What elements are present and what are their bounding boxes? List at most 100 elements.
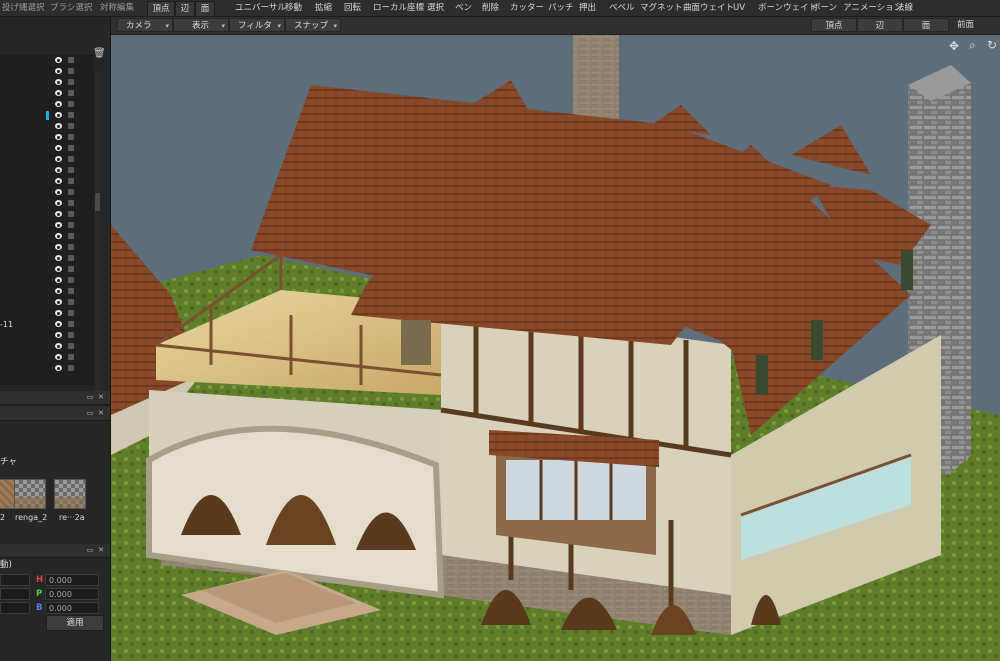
lock-icon[interactable]: [68, 321, 74, 327]
layer-row[interactable]: [0, 110, 94, 121]
lock-icon[interactable]: [68, 145, 74, 151]
lock-icon[interactable]: [68, 167, 74, 173]
camera-dropdown[interactable]: カメラ ▾: [117, 18, 173, 32]
menu-normals[interactable]: 法線: [896, 2, 913, 14]
layer-row[interactable]: [0, 176, 94, 187]
lock-icon[interactable]: [68, 288, 74, 294]
rotate-icon[interactable]: ↻: [987, 38, 997, 52]
menu-uv[interactable]: UV: [733, 2, 745, 14]
close-icon[interactable]: ✕: [97, 546, 105, 554]
layer-row[interactable]: [0, 253, 94, 264]
layer-row[interactable]: [0, 308, 94, 319]
lock-icon[interactable]: [68, 134, 74, 140]
visibility-eye-icon[interactable]: [55, 277, 62, 283]
layer-row[interactable]: -11: [0, 319, 94, 330]
visibility-eye-icon[interactable]: [55, 57, 62, 63]
trash-icon[interactable]: 🗑: [93, 49, 106, 59]
view-vertex-button[interactable]: 頂点: [811, 18, 857, 32]
lock-icon[interactable]: [68, 79, 74, 85]
visibility-eye-icon[interactable]: [55, 90, 62, 96]
menu-bone[interactable]: ボーン: [812, 2, 837, 14]
close-icon[interactable]: ✕: [97, 409, 105, 417]
visibility-eye-icon[interactable]: [55, 156, 62, 162]
lasso-select-tool[interactable]: 投げ縄選択: [2, 2, 45, 14]
lock-icon[interactable]: [68, 365, 74, 371]
lock-icon[interactable]: [68, 222, 74, 228]
visibility-eye-icon[interactable]: [55, 112, 62, 118]
visibility-eye-icon[interactable]: [55, 101, 62, 107]
menu-pen[interactable]: ペン: [455, 2, 472, 14]
visibility-eye-icon[interactable]: [55, 200, 62, 206]
lock-icon[interactable]: [68, 112, 74, 118]
lock-icon[interactable]: [68, 178, 74, 184]
visibility-eye-icon[interactable]: [55, 167, 62, 173]
menu-move[interactable]: 移動: [285, 2, 302, 14]
apply-button[interactable]: 適用: [46, 615, 104, 631]
layer-row[interactable]: [0, 209, 94, 220]
move-icon[interactable]: ✥: [949, 39, 959, 53]
menu-select[interactable]: 選択: [427, 2, 444, 14]
layer-row[interactable]: [0, 363, 94, 374]
lock-icon[interactable]: [68, 255, 74, 261]
layer-row[interactable]: [0, 220, 94, 231]
menu-delete[interactable]: 削除: [482, 2, 499, 14]
h-input[interactable]: 0.000: [45, 574, 99, 586]
visibility-eye-icon[interactable]: [55, 189, 62, 195]
visibility-eye-icon[interactable]: [55, 145, 62, 151]
layer-row[interactable]: [0, 77, 94, 88]
b-input[interactable]: 0.000: [45, 602, 99, 614]
layer-row[interactable]: [0, 198, 94, 209]
visibility-eye-icon[interactable]: [55, 178, 62, 184]
p-input[interactable]: 0.000: [45, 588, 99, 600]
front-view-label[interactable]: 前面: [957, 19, 974, 31]
visibility-eye-icon[interactable]: [55, 343, 62, 349]
visibility-eye-icon[interactable]: [55, 123, 62, 129]
menu-magnet[interactable]: マグネット: [640, 2, 683, 14]
view-face-button[interactable]: 面: [903, 18, 949, 32]
lock-icon[interactable]: [68, 200, 74, 206]
lock-icon[interactable]: [68, 343, 74, 349]
visibility-eye-icon[interactable]: [55, 134, 62, 140]
layer-row[interactable]: [0, 297, 94, 308]
layer-row[interactable]: [0, 264, 94, 275]
menu-extrude[interactable]: 押出: [579, 2, 596, 14]
texture-swatch-renga-2a[interactable]: [54, 479, 86, 509]
lock-icon[interactable]: [68, 156, 74, 162]
visibility-eye-icon[interactable]: [55, 288, 62, 294]
layer-row[interactable]: [0, 330, 94, 341]
menu-curve-weight[interactable]: 曲面ウェイト: [683, 2, 734, 14]
minimize-icon[interactable]: ▭: [86, 409, 94, 417]
edge-mode-button[interactable]: 辺: [175, 1, 195, 17]
snap-dropdown[interactable]: スナップ ▾: [285, 18, 341, 32]
layer-row[interactable]: [0, 187, 94, 198]
layer-row[interactable]: [0, 55, 94, 66]
menu-rotate[interactable]: 回転: [344, 2, 361, 14]
minimize-icon[interactable]: ▭: [86, 546, 94, 554]
visibility-eye-icon[interactable]: [55, 233, 62, 239]
lock-icon[interactable]: [68, 244, 74, 250]
visibility-eye-icon[interactable]: [55, 211, 62, 217]
menu-animation[interactable]: アニメーション: [843, 2, 902, 14]
layer-row[interactable]: [0, 143, 94, 154]
minimize-icon[interactable]: ▭: [86, 393, 94, 401]
layer-row[interactable]: [0, 99, 94, 110]
visibility-eye-icon[interactable]: [55, 79, 62, 85]
layer-row[interactable]: [0, 352, 94, 363]
left-input-3[interactable]: [0, 602, 30, 614]
visibility-eye-icon[interactable]: [55, 299, 62, 305]
layer-row[interactable]: [0, 66, 94, 77]
display-dropdown[interactable]: 表示 ▾: [173, 18, 229, 32]
visibility-eye-icon[interactable]: [55, 354, 62, 360]
layer-row[interactable]: [0, 341, 94, 352]
texture-swatch-renga[interactable]: [14, 479, 46, 509]
layer-row[interactable]: [0, 286, 94, 297]
lock-icon[interactable]: [68, 277, 74, 283]
menu-bone-weight[interactable]: ボーンウェイト: [758, 2, 817, 14]
left-input-2[interactable]: [0, 588, 30, 600]
visibility-eye-icon[interactable]: [55, 266, 62, 272]
scrollbar-thumb[interactable]: [95, 193, 100, 211]
lock-icon[interactable]: [68, 57, 74, 63]
vertex-mode-button[interactable]: 頂点: [147, 1, 175, 17]
visibility-eye-icon[interactable]: [55, 321, 62, 327]
menu-local-coords[interactable]: ローカル座標: [373, 2, 424, 14]
